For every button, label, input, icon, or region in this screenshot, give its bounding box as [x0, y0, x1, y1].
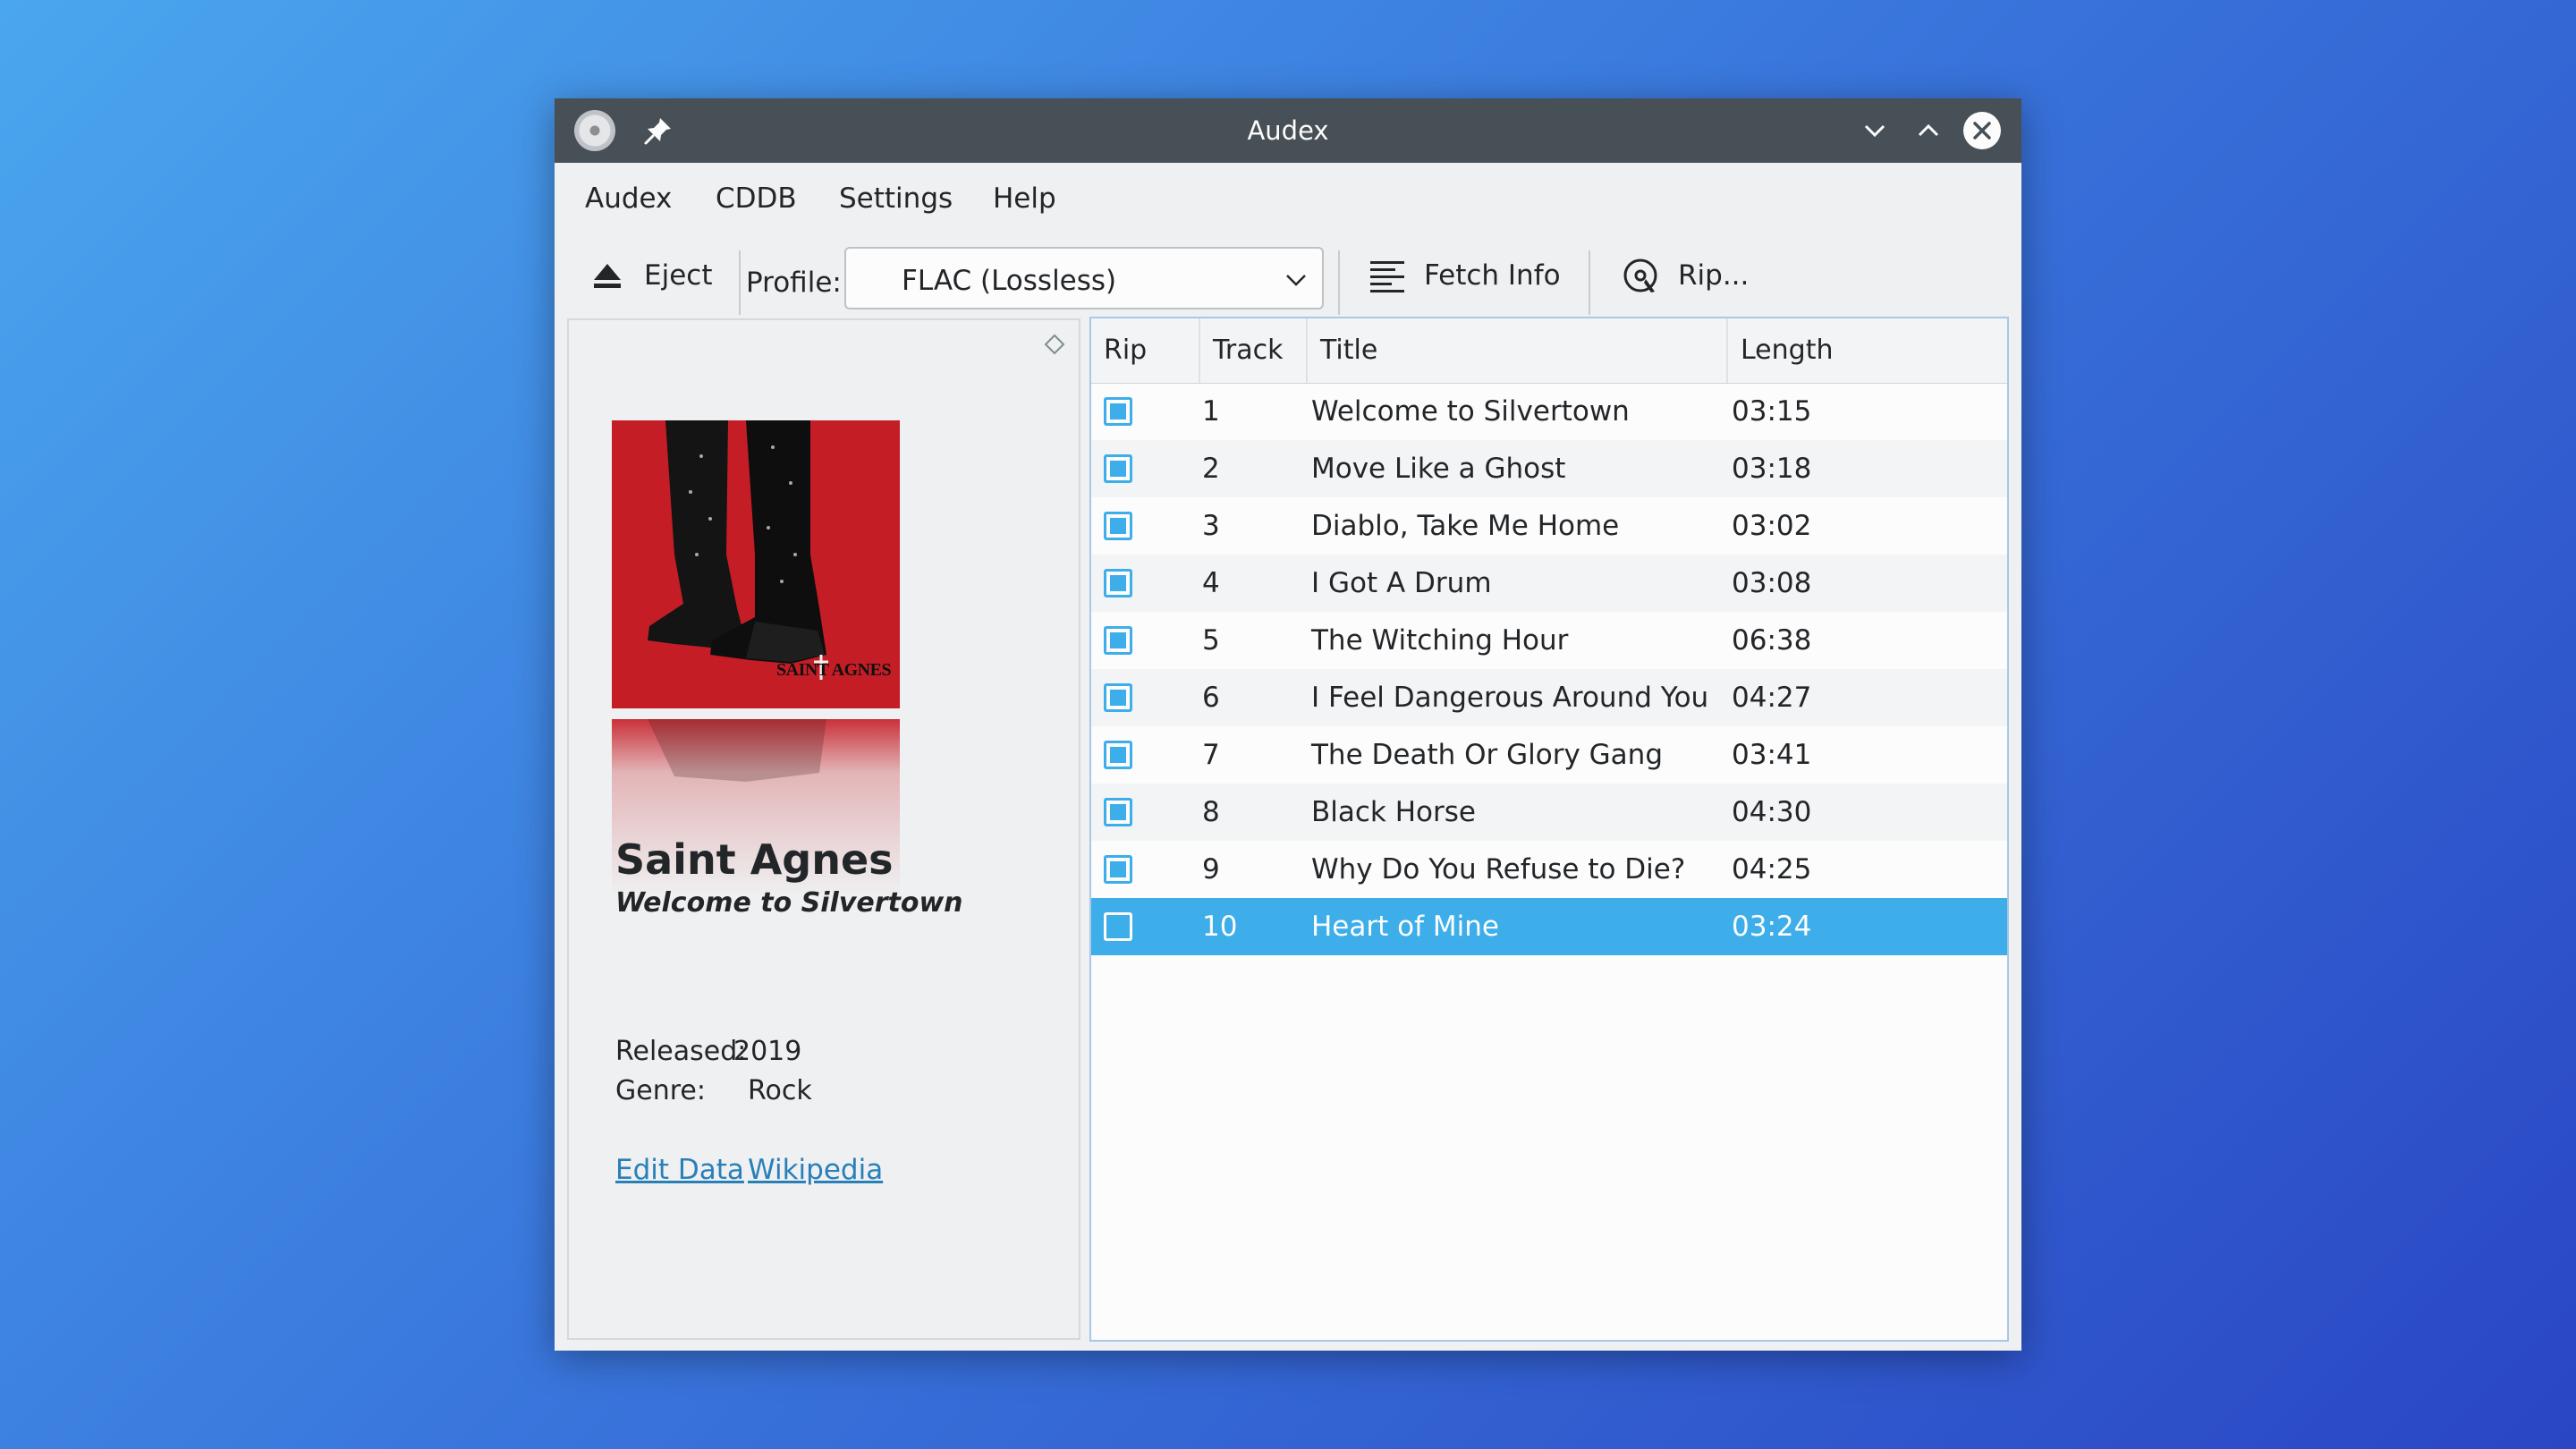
- eject-button[interactable]: Eject: [590, 249, 712, 302]
- close-icon[interactable]: [1962, 111, 2002, 150]
- column-header-title[interactable]: Title: [1308, 318, 1728, 383]
- rip-checkbox[interactable]: [1104, 512, 1132, 540]
- audex-window: Audex Audex CDDB Settings Help Eject Pro…: [555, 98, 2021, 1351]
- rip-label: Rip...: [1678, 259, 1750, 292]
- menu-bar: Audex CDDB Settings Help: [555, 163, 2021, 231]
- track-number: 10: [1202, 911, 1238, 943]
- toolbar: Eject Profile: FLAC (Lossless) Fetch Inf…: [555, 233, 2021, 322]
- track-title: Black Horse: [1311, 796, 1476, 828]
- rip-checkbox[interactable]: [1104, 454, 1132, 483]
- profile-select[interactable]: FLAC (Lossless): [844, 247, 1324, 309]
- track-length: 03:18: [1732, 453, 1812, 485]
- table-row[interactable]: 2 Move Like a Ghost 03:18: [1091, 440, 2007, 497]
- toolbar-separator: [1589, 250, 1590, 315]
- toolbar-separator: [1338, 250, 1340, 315]
- edit-data-link[interactable]: Edit Data: [615, 1154, 744, 1186]
- menu-audex[interactable]: Audex: [585, 182, 672, 215]
- rip-icon: [1623, 258, 1657, 292]
- table-row[interactable]: 4 I Got A Drum 03:08: [1091, 555, 2007, 612]
- track-title: I Got A Drum: [1311, 567, 1492, 599]
- rip-button[interactable]: Rip...: [1621, 249, 1749, 302]
- track-table[interactable]: Rip Track Title Length 1 Welcome to Silve…: [1089, 317, 2009, 1342]
- rip-checkbox[interactable]: [1104, 626, 1132, 655]
- track-length: 04:25: [1732, 853, 1812, 886]
- window-title: Audex: [1247, 115, 1329, 146]
- track-length: 04:30: [1732, 796, 1812, 828]
- track-number: 1: [1202, 395, 1220, 428]
- track-length: 03:24: [1732, 911, 1812, 943]
- artist-name: Saint Agnes: [615, 835, 894, 884]
- profile-label: Profile:: [746, 267, 842, 299]
- table-row[interactable]: 8 Black Horse 04:30: [1091, 784, 2007, 841]
- track-number: 5: [1202, 624, 1220, 657]
- fetch-info-label: Fetch Info: [1424, 259, 1561, 292]
- genre-label: Genre:: [615, 1075, 706, 1106]
- track-title: Heart of Mine: [1311, 911, 1499, 943]
- fetch-info-icon: [1370, 261, 1404, 292]
- track-length: 03:15: [1732, 395, 1812, 428]
- fetch-info-button[interactable]: Fetch Info: [1368, 249, 1561, 302]
- table-header: Rip Track Title Length: [1091, 318, 2007, 384]
- track-number: 2: [1202, 453, 1220, 485]
- table-row[interactable]: 6 I Feel Dangerous Around You 04:27: [1091, 669, 2007, 726]
- column-header-length[interactable]: Length: [1728, 318, 2007, 383]
- track-title: The Death Or Glory Gang: [1311, 739, 1663, 771]
- track-number: 7: [1202, 739, 1220, 771]
- rip-checkbox[interactable]: [1104, 741, 1132, 769]
- column-header-rip[interactable]: Rip: [1091, 318, 1200, 383]
- toolbar-separator: [739, 250, 741, 315]
- menu-cddb[interactable]: CDDB: [716, 182, 797, 215]
- cover-band-text: SAINT AGNES: [776, 660, 892, 680]
- rip-checkbox[interactable]: [1104, 912, 1132, 941]
- table-row[interactable]: 10 Heart of Mine 03:24: [1091, 898, 2007, 955]
- track-number: 4: [1202, 567, 1220, 599]
- eject-label: Eject: [644, 259, 713, 292]
- minimize-icon[interactable]: [1857, 113, 1893, 148]
- track-length: 03:41: [1732, 739, 1812, 771]
- title-bar[interactable]: Audex: [555, 98, 2021, 163]
- table-row[interactable]: 9 Why Do You Refuse to Die? 04:25: [1091, 841, 2007, 898]
- rip-checkbox[interactable]: [1104, 397, 1132, 426]
- eject-icon: [594, 264, 621, 288]
- rip-checkbox[interactable]: [1104, 683, 1132, 712]
- track-title: Move Like a Ghost: [1311, 453, 1566, 485]
- table-row[interactable]: 5 The Witching Hour 06:38: [1091, 612, 2007, 669]
- album-title: Welcome to Silvertown: [615, 887, 963, 919]
- table-row[interactable]: 7 The Death Or Glory Gang 03:41: [1091, 726, 2007, 784]
- track-title: The Witching Hour: [1311, 624, 1569, 657]
- column-header-track[interactable]: Track: [1200, 318, 1308, 383]
- released-value: 2019: [733, 1036, 802, 1067]
- track-title: I Feel Dangerous Around You: [1311, 682, 1709, 714]
- track-number: 6: [1202, 682, 1220, 714]
- track-number: 9: [1202, 853, 1220, 886]
- track-title: Welcome to Silvertown: [1311, 395, 1630, 428]
- table-row[interactable]: 3 Diablo, Take Me Home 03:02: [1091, 497, 2007, 555]
- track-length: 06:38: [1732, 624, 1812, 657]
- released-label: Released:: [615, 1036, 747, 1067]
- track-number: 8: [1202, 796, 1220, 828]
- album-cover: SAINT AGNES: [612, 420, 900, 708]
- rip-checkbox[interactable]: [1104, 855, 1132, 884]
- track-title: Why Do You Refuse to Die?: [1311, 853, 1686, 886]
- chevron-down-icon: [1286, 275, 1306, 286]
- menu-settings[interactable]: Settings: [839, 182, 953, 215]
- profile-value: FLAC (Lossless): [902, 265, 1117, 297]
- menu-help[interactable]: Help: [993, 182, 1056, 215]
- maximize-icon[interactable]: [1911, 113, 1946, 148]
- wikipedia-link[interactable]: Wikipedia: [748, 1154, 883, 1186]
- table-row[interactable]: 1 Welcome to Silvertown 03:15: [1091, 383, 2007, 440]
- genre-value: Rock: [748, 1075, 812, 1106]
- track-length: 03:08: [1732, 567, 1812, 599]
- rip-checkbox[interactable]: [1104, 798, 1132, 826]
- track-length: 04:27: [1732, 682, 1812, 714]
- track-length: 03:02: [1732, 510, 1812, 542]
- album-info-panel: SAINT AGNES Saint Agnes Welcome to Silve…: [567, 318, 1080, 1340]
- rip-checkbox[interactable]: [1104, 569, 1132, 597]
- track-title: Diablo, Take Me Home: [1311, 510, 1620, 542]
- track-number: 3: [1202, 510, 1220, 542]
- dock-float-icon[interactable]: [1043, 333, 1066, 356]
